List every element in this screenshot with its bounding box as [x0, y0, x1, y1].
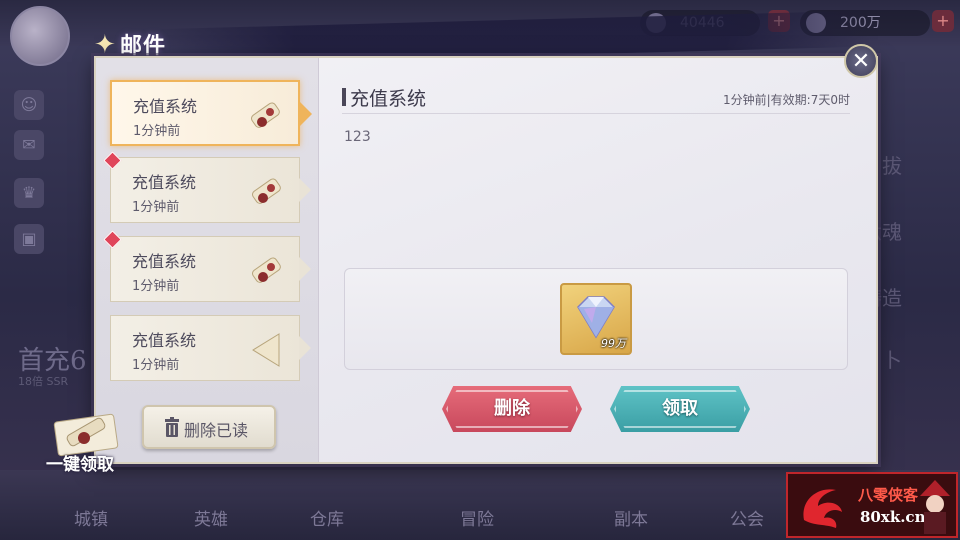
- opened-letter-icon: [252, 333, 280, 367]
- mail-body: 123: [344, 129, 371, 145]
- side-trophy-button[interactable]: ♛: [14, 178, 44, 208]
- side-mail-button[interactable]: ✉: [14, 130, 44, 160]
- first-recharge-subtitle: 18倍 SSR: [18, 375, 69, 388]
- player-avatar[interactable]: [10, 6, 70, 66]
- diamond-icon: [577, 296, 615, 339]
- side-chat-button[interactable]: ☺: [14, 90, 44, 120]
- mail-sender: 充值系统: [133, 97, 198, 116]
- claim-all-label: 一键领取: [46, 455, 114, 475]
- delete-read-button[interactable]: 删除已读: [142, 405, 276, 449]
- mail-time: 1分钟前: [133, 124, 181, 139]
- add-gem-button[interactable]: +: [932, 10, 954, 32]
- title-marker: [342, 88, 346, 106]
- scroll-icon: [251, 102, 280, 128]
- delete-read-label: 删除已读: [184, 421, 249, 440]
- nav-guild[interactable]: 公会: [730, 505, 764, 530]
- reward-quantity: 99万: [601, 337, 626, 350]
- mail-sender: 充值系统: [132, 173, 197, 192]
- mail-item-4[interactable]: 充值系统 1分钟前: [110, 315, 311, 381]
- mail-time: 1分钟前: [132, 200, 180, 215]
- nav-adventure[interactable]: 冒险: [460, 505, 494, 530]
- watermark-title: 八零侠客: [858, 486, 919, 504]
- watermark: 八零侠客 80xk.cn: [786, 472, 958, 538]
- mail-item-2[interactable]: 充值系统 1分钟前: [103, 151, 311, 223]
- mail-item-1[interactable]: 充值系统 1分钟前: [110, 80, 312, 146]
- dragon-logo-icon: [803, 489, 842, 528]
- mail-item-3[interactable]: 充值系统 1分钟前: [103, 230, 311, 302]
- nav-heroes[interactable]: 英雄: [194, 505, 228, 530]
- nav-dungeon[interactable]: 副本: [614, 505, 648, 530]
- trash-icon: [165, 417, 179, 437]
- nav-warehouse[interactable]: 仓库: [310, 505, 344, 530]
- mail-sender: 充值系统: [132, 331, 197, 350]
- mail-time: 1分钟前: [132, 358, 180, 373]
- mail-time: 1分钟前: [132, 279, 180, 294]
- divider: [342, 113, 850, 114]
- close-button[interactable]: ✕: [844, 44, 878, 78]
- side-shop-button[interactable]: ▣: [14, 224, 44, 254]
- mail-sender: 充值系统: [132, 252, 197, 271]
- first-recharge-title[interactable]: 首充6: [18, 340, 87, 377]
- watermark-url: 80xk.cn: [860, 508, 926, 526]
- scroll-icon: [252, 178, 281, 204]
- nav-town[interactable]: 城镇: [74, 505, 108, 530]
- detail-meta: 1分钟前|有效期:7天0时: [723, 93, 850, 107]
- right-menu-1[interactable]: 拔: [882, 150, 902, 179]
- detail-sender: 充值系统: [350, 88, 427, 110]
- right-menu-4[interactable]: 卜: [882, 344, 902, 373]
- claim-all-button[interactable]: 一键领取: [40, 412, 136, 475]
- selected-arrow-icon: [298, 100, 312, 128]
- reward-item[interactable]: 99万: [560, 283, 632, 355]
- character-icon: [920, 480, 950, 534]
- close-icon: ✕: [851, 49, 871, 74]
- scroll-icon: [252, 257, 281, 283]
